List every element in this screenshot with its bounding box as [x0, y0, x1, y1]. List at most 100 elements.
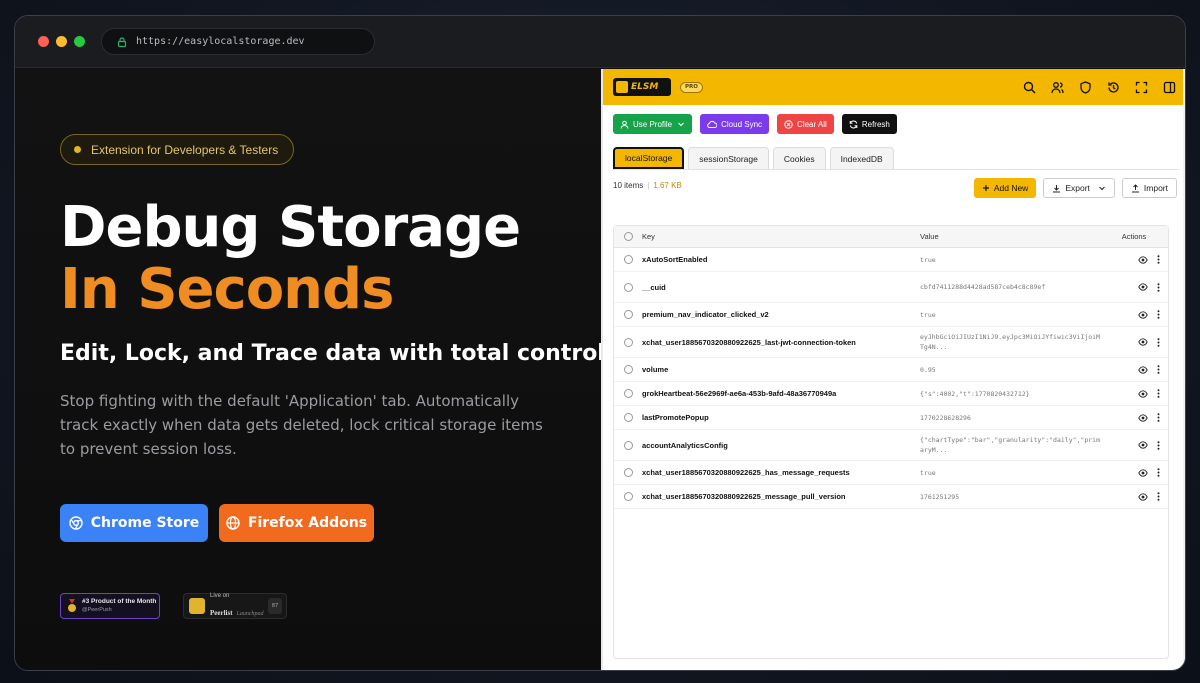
table-row[interactable]: xAutoSortEnabled true — [614, 248, 1168, 272]
cloud-sync-label: Cloud Sync — [721, 119, 763, 129]
use-profile-button[interactable]: Use Profile — [613, 114, 693, 134]
firefox-addons-button[interactable]: Firefox Addons — [219, 504, 374, 542]
minimize-window-button[interactable] — [56, 36, 67, 47]
tab-cookies[interactable]: Cookies — [772, 147, 826, 169]
add-new-button[interactable]: Add New — [973, 178, 1037, 198]
import-button[interactable]: Import — [1121, 178, 1177, 198]
peerlist-badge[interactable]: Live on Peerlist Launchpad 87 — [183, 593, 287, 619]
select-all-checkbox[interactable] — [623, 232, 633, 241]
expand-icon[interactable] — [1133, 79, 1149, 95]
more-vertical-icon[interactable] — [1157, 440, 1160, 450]
tab-localstorage[interactable]: localStorage — [613, 147, 685, 169]
panel-scrollbar[interactable] — [1183, 69, 1185, 670]
users-icon[interactable] — [1049, 79, 1065, 95]
table-row[interactable]: lastPromotePopup 1770228628296 — [614, 406, 1168, 430]
elsm-logo: ELSM — [613, 78, 671, 96]
tab-indexeddb[interactable]: IndexedDB — [829, 147, 894, 169]
shield-icon[interactable] — [1077, 79, 1093, 95]
eye-icon[interactable] — [1138, 413, 1148, 422]
table-row[interactable]: volume 0.95 — [614, 358, 1168, 382]
export-button[interactable]: Export — [1043, 178, 1115, 198]
row-key: xAutoSortEnabled — [642, 255, 708, 264]
pill-dot-icon — [74, 146, 81, 153]
header-key: Key — [642, 232, 655, 241]
address-bar[interactable]: https://easylocalstorage.dev — [101, 28, 375, 55]
table-row[interactable]: xchat_user1885670320880922625_last-jwt-c… — [614, 327, 1168, 358]
eye-icon[interactable] — [1138, 441, 1148, 450]
row-value: 1761251295 — [920, 492, 960, 501]
row-checkbox[interactable] — [623, 255, 633, 264]
eye-icon[interactable] — [1138, 255, 1148, 264]
more-vertical-icon[interactable] — [1157, 282, 1160, 292]
chrome-store-label: Chrome Store — [90, 515, 200, 531]
table-row[interactable]: premium_nav_indicator_clicked_v2 true — [614, 303, 1168, 327]
row-checkbox[interactable] — [623, 413, 633, 422]
import-label: Import — [1143, 183, 1168, 193]
close-window-button[interactable] — [38, 36, 49, 47]
more-vertical-icon[interactable] — [1157, 365, 1160, 374]
more-vertical-icon[interactable] — [1157, 389, 1160, 398]
row-checkbox[interactable] — [623, 337, 633, 347]
eye-icon[interactable] — [1138, 468, 1148, 477]
peerlist-live-on: Live on — [210, 593, 230, 599]
use-profile-label: Use Profile — [633, 119, 673, 129]
eye-icon[interactable] — [1138, 389, 1148, 398]
table-row[interactable]: grokHeartbeat-56e2969f-ae6a-453b-9afd-48… — [614, 382, 1168, 406]
add-new-label: Add New — [993, 183, 1029, 193]
row-value: true — [920, 310, 936, 319]
row-checkbox[interactable] — [623, 468, 633, 477]
cloud-sync-button[interactable]: Cloud Sync — [700, 114, 770, 134]
search-icon[interactable] — [1021, 79, 1037, 95]
more-vertical-icon[interactable] — [1157, 310, 1160, 319]
row-checkbox[interactable] — [623, 440, 633, 450]
chrome-store-button[interactable]: Chrome Store — [60, 504, 208, 542]
pill-text: Extension for Developers & Testers — [91, 142, 279, 157]
more-vertical-icon[interactable] — [1157, 492, 1160, 501]
table-row[interactable]: __cuid cbfd7411288d4428ad587ceb4c8c89ef — [614, 272, 1168, 303]
logo-lock-icon — [616, 81, 628, 93]
header-actions: Actions — [1121, 232, 1147, 241]
clear-all-button[interactable]: Clear All — [777, 114, 834, 134]
more-vertical-icon[interactable] — [1157, 413, 1160, 422]
row-checkbox[interactable] — [623, 492, 633, 501]
table-body: xAutoSortEnabled true __cuid cbfd7411288d44… — [614, 248, 1168, 509]
row-value: cbfd7411288d4428ad587ceb4c8c89ef — [920, 283, 1046, 291]
row-checkbox[interactable] — [623, 389, 633, 398]
refresh-button[interactable]: Refresh — [841, 114, 897, 134]
panel-header: ELSM PRO — [603, 69, 1185, 105]
headline-line-2: In Seconds — [60, 257, 394, 322]
tab-sessionstorage[interactable]: sessionStorage — [688, 147, 769, 169]
peerpush-badge[interactable]: #3 Product of the Month @PeerPush — [60, 593, 160, 619]
tabs-divider — [613, 169, 1179, 170]
eye-icon[interactable] — [1138, 310, 1148, 319]
row-checkbox[interactable] — [623, 365, 633, 374]
row-checkbox[interactable] — [623, 310, 633, 319]
more-vertical-icon[interactable] — [1157, 468, 1160, 477]
eye-icon[interactable] — [1138, 492, 1148, 501]
clear-all-label: Clear All — [797, 119, 827, 129]
row-checkbox[interactable] — [623, 282, 633, 292]
eye-icon[interactable] — [1138, 283, 1148, 292]
browser-window: https://easylocalstorage.dev Extension f… — [14, 15, 1186, 671]
table-row[interactable]: xchat_user1885670320880922625_message_pu… — [614, 485, 1168, 509]
history-icon[interactable] — [1105, 79, 1121, 95]
row-key: __cuid — [642, 282, 666, 292]
maximize-window-button[interactable] — [74, 36, 85, 47]
table-header: Key Value Actions — [614, 226, 1168, 248]
row-key: grokHeartbeat-56e2969f-ae6a-453b-9afd-48… — [642, 389, 837, 398]
chevron-down-icon — [678, 122, 684, 127]
browser-titlebar: https://easylocalstorage.dev — [15, 16, 1185, 68]
eye-icon[interactable] — [1138, 365, 1148, 374]
extension-panel: ELSM PRO Use Profile Cloud Sync Clear Al… — [601, 69, 1185, 670]
hero-pill-badge: Extension for Developers & Testers — [60, 134, 295, 165]
plus-icon — [982, 185, 989, 191]
more-vertical-icon[interactable] — [1157, 255, 1160, 264]
more-vertical-icon[interactable] — [1157, 337, 1160, 347]
row-value: true — [920, 468, 936, 477]
table-row[interactable]: xchat_user1885670320880922625_has_messag… — [614, 461, 1168, 485]
eye-icon[interactable] — [1138, 338, 1148, 347]
sidebar-icon[interactable] — [1161, 79, 1177, 95]
table-row[interactable]: accountAnalyticsConfig {"chartType":"bar"… — [614, 430, 1168, 461]
peerlist-name: Peerlist — [210, 609, 233, 617]
user-icon — [620, 120, 629, 129]
